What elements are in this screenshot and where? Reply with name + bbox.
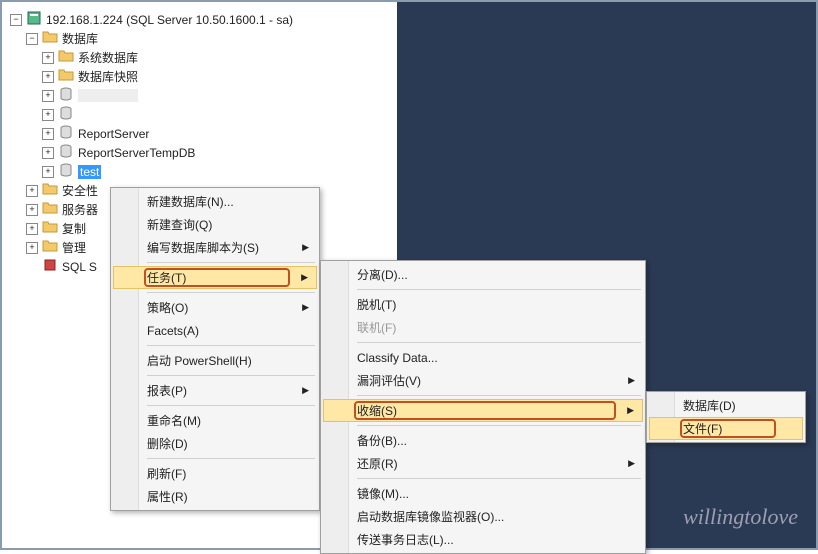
submenu-arrow-icon: ▶ — [302, 242, 309, 253]
tree-label: 数据库快照 — [78, 68, 138, 85]
context-menu-shrink: 数据库(D) 文件(F) — [646, 391, 806, 443]
folder-icon — [42, 181, 62, 200]
tree-db-blank[interactable]: + — [10, 86, 390, 105]
tree-label: 数据库 — [62, 30, 98, 47]
menu-classify[interactable]: Classify Data... — [323, 346, 643, 369]
menu-facets[interactable]: Facets(A) — [113, 319, 317, 342]
database-icon — [58, 86, 78, 105]
expand-toggle[interactable]: + — [26, 242, 38, 254]
menu-separator — [357, 289, 641, 290]
tree-label: 服务器 — [62, 201, 98, 218]
menu-separator — [147, 458, 315, 459]
tree-snapshots[interactable]: + 数据库快照 — [10, 67, 390, 86]
menu-mirror[interactable]: 镜像(M)... — [323, 482, 643, 505]
submenu-arrow-icon: ▶ — [628, 458, 635, 469]
menu-separator — [357, 478, 641, 479]
menu-online: 联机(F) — [323, 316, 643, 339]
menu-detach[interactable]: 分离(D)... — [323, 263, 643, 286]
menu-properties[interactable]: 属性(R) — [113, 485, 317, 508]
tree-label: ReportServer — [78, 127, 149, 141]
tree-databases[interactable]: − 数据库 — [10, 29, 390, 48]
tree-label: SQL S — [62, 260, 97, 274]
expand-toggle[interactable]: + — [26, 185, 38, 197]
menu-new-db[interactable]: 新建数据库(N)... — [113, 190, 317, 213]
context-menu-tasks: 分离(D)... 脱机(T) 联机(F) Classify Data... 漏洞… — [320, 260, 646, 554]
menu-shrink-file[interactable]: 文件(F) — [649, 417, 803, 440]
tree-reportserver[interactable]: + ReportServer — [10, 124, 390, 143]
menu-new-query[interactable]: 新建查询(Q) — [113, 213, 317, 236]
tree-label: 系统数据库 — [78, 49, 138, 66]
tree-sys-db[interactable]: + 系统数据库 — [10, 48, 390, 67]
menu-separator — [357, 342, 641, 343]
tree-server-root[interactable]: − 192.168.1.224 (SQL Server 10.50.1600.1… — [10, 10, 390, 29]
menu-shrink-database[interactable]: 数据库(D) — [649, 394, 803, 417]
folder-icon — [42, 238, 62, 257]
menu-mirror-monitor[interactable]: 启动数据库镜像监视器(O)... — [323, 505, 643, 528]
menu-separator — [147, 375, 315, 376]
menu-separator — [357, 425, 641, 426]
expand-toggle[interactable]: + — [26, 223, 38, 235]
menu-separator — [147, 345, 315, 346]
tree-label-selected: test — [78, 165, 101, 179]
database-icon — [58, 143, 78, 162]
menu-script-db[interactable]: 编写数据库脚本为(S)▶ — [113, 236, 317, 259]
folder-icon — [42, 219, 62, 238]
folder-icon — [42, 29, 62, 48]
watermark: willingtolove — [683, 504, 798, 530]
tree-db-blank2[interactable]: + — [10, 105, 390, 124]
tree-label — [78, 89, 138, 102]
menu-separator — [147, 405, 315, 406]
tree-reportservertemp[interactable]: + ReportServerTempDB — [10, 143, 390, 162]
expand-toggle[interactable]: + — [42, 52, 54, 64]
submenu-arrow-icon: ▶ — [302, 302, 309, 313]
menu-ship-log[interactable]: 传送事务日志(L)... — [323, 528, 643, 551]
server-icon — [26, 10, 46, 29]
tree-label: 管理 — [62, 239, 86, 256]
server-label: 192.168.1.224 (SQL Server 10.50.1600.1 -… — [46, 13, 293, 27]
tree-label: 安全性 — [62, 182, 98, 199]
expand-toggle[interactable]: + — [42, 128, 54, 140]
menu-separator — [147, 292, 315, 293]
expand-toggle[interactable]: + — [42, 71, 54, 83]
menu-refresh[interactable]: 刷新(F) — [113, 462, 317, 485]
menu-tasks[interactable]: 任务(T)▶ — [113, 266, 317, 289]
expand-toggle[interactable]: + — [42, 166, 54, 178]
menu-policies[interactable]: 策略(O)▶ — [113, 296, 317, 319]
menu-restore[interactable]: 还原(R)▶ — [323, 452, 643, 475]
database-icon — [58, 105, 78, 124]
menu-delete[interactable]: 删除(D) — [113, 432, 317, 455]
submenu-arrow-icon: ▶ — [628, 375, 635, 386]
database-icon — [58, 162, 78, 181]
expand-toggle[interactable]: + — [42, 147, 54, 159]
expand-toggle[interactable]: + — [26, 204, 38, 216]
submenu-arrow-icon: ▶ — [301, 272, 308, 283]
menu-rename[interactable]: 重命名(M) — [113, 409, 317, 432]
tree-label: 复制 — [62, 220, 86, 237]
collapse-toggle[interactable]: − — [26, 33, 38, 45]
menu-shrink[interactable]: 收缩(S)▶ — [323, 399, 643, 422]
folder-icon — [58, 67, 78, 86]
menu-vuln[interactable]: 漏洞评估(V)▶ — [323, 369, 643, 392]
folder-icon — [42, 200, 62, 219]
submenu-arrow-icon: ▶ — [302, 385, 309, 396]
collapse-toggle[interactable]: − — [10, 14, 22, 26]
agent-icon — [42, 257, 62, 276]
menu-separator — [357, 395, 641, 396]
expand-toggle[interactable]: + — [42, 109, 54, 121]
submenu-arrow-icon: ▶ — [627, 405, 634, 416]
folder-icon — [58, 48, 78, 67]
menu-reports[interactable]: 报表(P)▶ — [113, 379, 317, 402]
menu-separator — [147, 262, 315, 263]
menu-offline[interactable]: 脱机(T) — [323, 293, 643, 316]
database-icon — [58, 124, 78, 143]
menu-powershell[interactable]: 启动 PowerShell(H) — [113, 349, 317, 372]
context-menu-main: 新建数据库(N)... 新建查询(Q) 编写数据库脚本为(S)▶ 任务(T)▶ … — [110, 187, 320, 511]
menu-backup[interactable]: 备份(B)... — [323, 429, 643, 452]
expand-toggle[interactable]: + — [42, 90, 54, 102]
tree-test-db[interactable]: + test — [10, 162, 390, 181]
tree-label: ReportServerTempDB — [78, 146, 195, 160]
